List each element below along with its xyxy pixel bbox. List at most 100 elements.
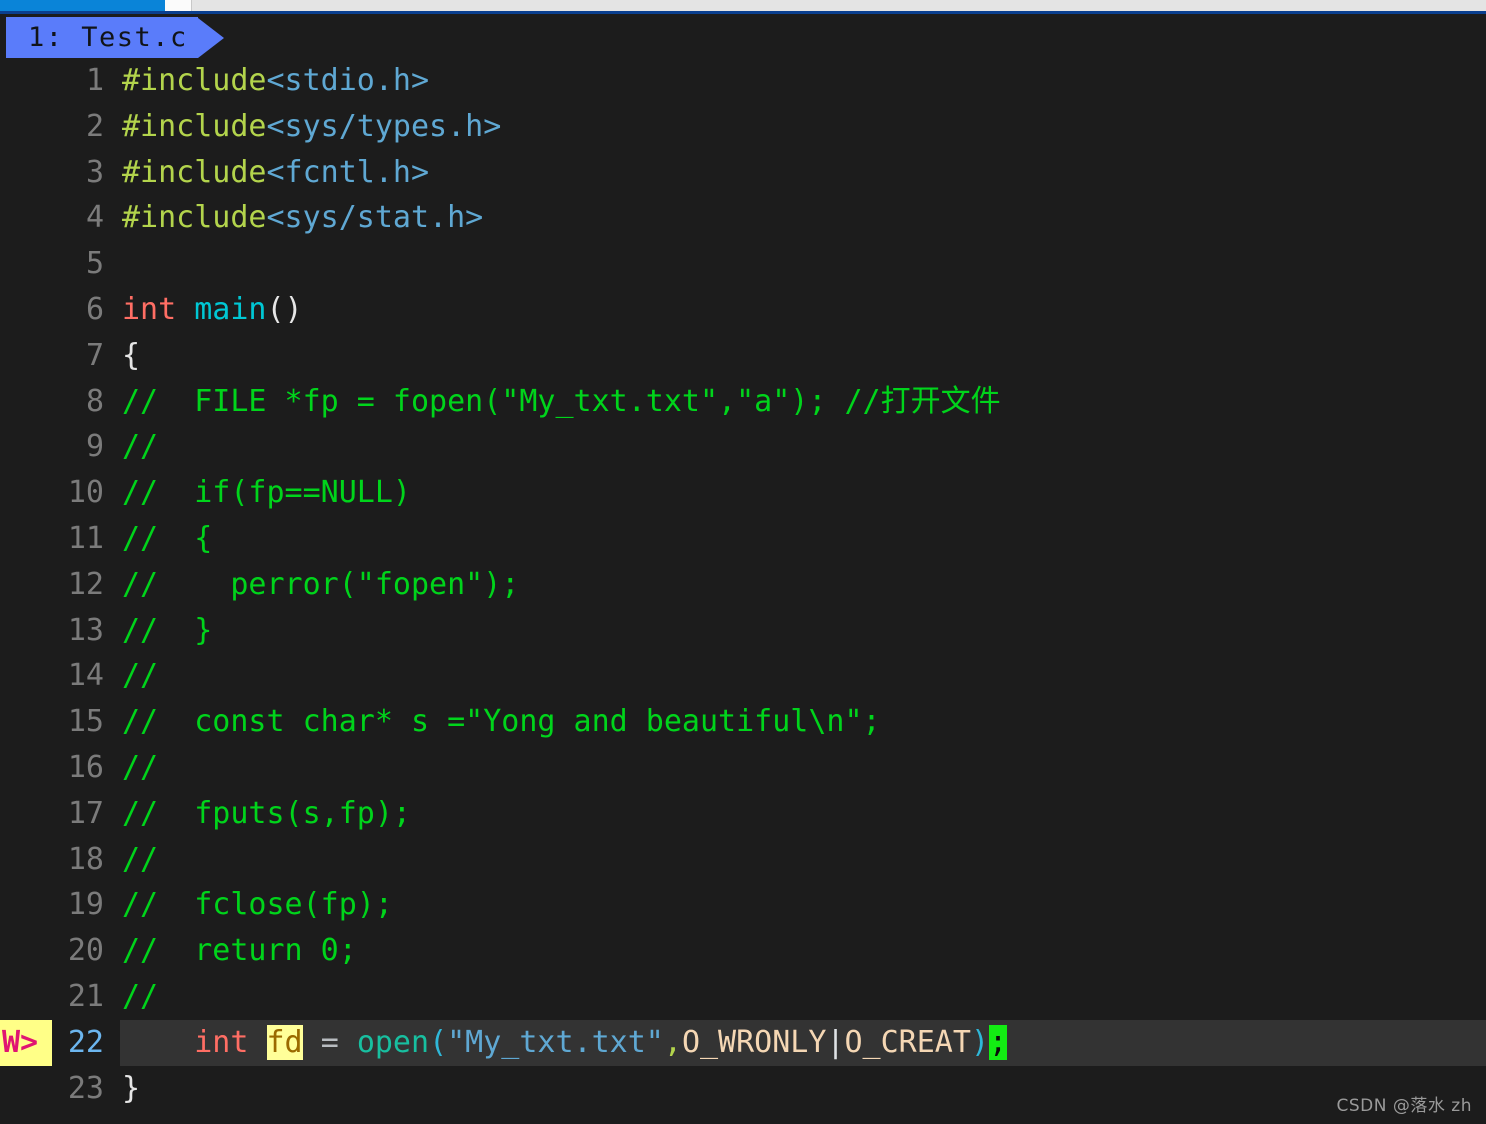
line-number: 1 [85,63,104,98]
code-line[interactable]: 23} [0,1066,1486,1112]
line-number: 13 [67,612,104,648]
vim-editor[interactable]: 1: Test.c 1 #include<stdio.h> 2 #include<sy… [0,14,1486,1124]
line-text[interactable]: // [120,745,1486,791]
line-text[interactable]: int main() [120,287,1486,333]
tab-label: 1: Test.c [28,22,188,53]
line-number: 10 [67,475,104,511]
line-text[interactable]: #include<sys/types.h> [120,104,1486,150]
line-text[interactable]: // [120,974,1486,1020]
line-number: 23 [67,1070,104,1106]
code-area[interactable]: 1 #include<stdio.h> 2 #include<sys/types.h>… [0,58,1486,1112]
code-line[interactable]: 18 // [0,837,1486,883]
line-number: 19 [67,887,104,923]
code-line[interactable]: 14 // [0,653,1486,699]
code-token: // fclose(fp); [122,887,393,923]
code-line[interactable]: 4 #include<sys/stat.h> [0,195,1486,241]
code-line[interactable]: 10 // if(fp==NULL) [0,470,1486,516]
os-taskbar-secondary-segment[interactable] [165,0,192,11]
line-text[interactable]: } [120,1066,1486,1112]
code-line[interactable]: 6 int main() [0,287,1486,333]
code-line[interactable]: 11 // { [0,516,1486,562]
code-token: // const char* s ="Yong and beautiful\n"… [122,704,881,740]
code-line[interactable]: 16 // [0,745,1486,791]
tab-body[interactable]: 1: Test.c [6,17,198,58]
code-token: // { [122,520,213,556]
tabline[interactable]: 1: Test.c [0,14,1486,58]
line-text[interactable]: // } [120,608,1486,654]
line-number: 11 [67,520,104,556]
line-text[interactable]: // fputs(s,fp); [120,791,1486,837]
code-token: , [663,1024,682,1060]
code-line[interactable]: 1 #include<stdio.h> [0,58,1486,104]
code-token: <sys/stat.h> [266,200,484,236]
line-number: 16 [67,749,104,785]
code-token: // perror("fopen"); [122,566,520,602]
line-text[interactable]: // return 0; [120,928,1486,974]
line-text[interactable]: #include<fcntl.h> [120,150,1486,196]
line-text[interactable] [120,241,1486,287]
code-token: <fcntl.h> [266,154,430,190]
code-token: <stdio.h> [266,63,430,98]
os-taskbar-active-segment[interactable] [0,0,165,11]
code-token: "My_txt.txt" [447,1024,664,1060]
code-line[interactable]: 21 // [0,974,1486,1020]
line-text[interactable]: // [120,837,1486,883]
line-text[interactable]: int fd = open("My_txt.txt",O_WRONLY|O_CR… [120,1019,1486,1066]
code-line[interactable]: 19 // fclose(fp); [0,882,1486,928]
code-token: | [826,1024,845,1060]
line-number: 12 [67,566,104,602]
watermark: CSDN @落水 zh [1336,1096,1472,1116]
line-text[interactable]: // fclose(fp); [120,882,1486,928]
tab-active[interactable]: 1: Test.c [6,17,224,58]
line-number: 14 [67,658,104,694]
code-line[interactable]: 8 // FILE *fp = fopen("My_txt.txt","a"); … [0,379,1486,425]
code-token: #include [122,108,267,144]
code-token: // FILE *fp = fopen("My_txt.txt","a"); /… [122,383,1001,419]
code-token: // [122,978,159,1014]
line-number: 7 [85,337,104,373]
code-token: open [356,1024,430,1060]
line-text[interactable]: // FILE *fp = fopen("My_txt.txt","a"); /… [120,379,1486,425]
code-line[interactable]: 7{ [0,333,1486,379]
code-line[interactable]: 9 // [0,424,1486,470]
line-number: 20 [67,933,104,969]
line-text[interactable]: // { [120,516,1486,562]
code-line[interactable]: 17 // fputs(s,fp); [0,791,1486,837]
code-line[interactable]: 5 [0,241,1486,287]
line-number: 21 [67,978,104,1014]
code-line[interactable]: 2 #include<sys/types.h> [0,104,1486,150]
code-token: #include [122,154,267,190]
code-token: // [122,429,159,465]
line-text[interactable]: // perror("fopen"); [120,562,1486,608]
line-number: 8 [85,383,104,419]
line-number: 9 [85,429,104,465]
line-text[interactable]: #include<stdio.h> [120,58,1486,104]
code-line[interactable]: 15 // const char* s ="Yong and beautiful\… [0,699,1486,745]
code-line[interactable]: 20 // return 0; [0,928,1486,974]
code-line[interactable]: 12 // perror("fopen"); [0,562,1486,608]
line-number: 3 [85,154,104,190]
line-number: 5 [85,246,104,282]
code-token: // fputs(s,fp); [122,795,411,831]
code-token: } [122,1070,141,1106]
line-text[interactable]: // if(fp==NULL) [120,470,1486,516]
code-line[interactable]: 13 // } [0,608,1486,654]
code-line[interactable]: W> 22 int fd = open("My_txt.txt",O_WRONLY… [0,1019,1486,1066]
line-text[interactable]: // const char* s ="Yong and beautiful\n"… [120,699,1486,745]
code-token: ) [970,1024,989,1060]
code-token: // [122,749,159,785]
code-line[interactable]: 3 #include<fcntl.h> [0,150,1486,196]
line-text[interactable]: { [120,333,1486,379]
line-text[interactable]: // [120,424,1486,470]
code-token: int [194,1024,249,1060]
line-text[interactable]: #include<sys/stat.h> [120,195,1486,241]
code-token: = [320,1024,339,1060]
code-token: { [122,337,141,373]
gutter-warning-sign[interactable]: W> [0,1019,52,1066]
line-text[interactable]: // [120,653,1486,699]
